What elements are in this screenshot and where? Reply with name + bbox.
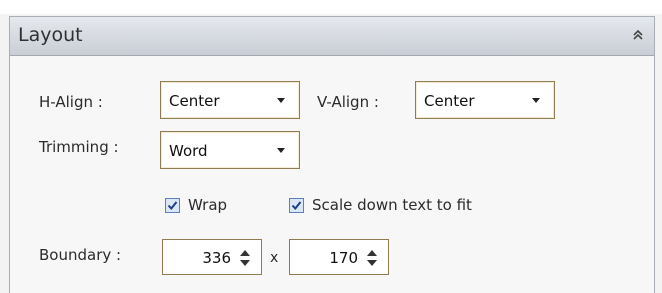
h-align-label: H-Align : bbox=[39, 93, 103, 111]
trimming-value: Word bbox=[169, 142, 208, 160]
times-separator: x bbox=[270, 250, 279, 266]
scale-down-label: Scale down text to fit bbox=[312, 196, 472, 214]
trimming-label: Trimming : bbox=[39, 138, 119, 156]
chevron-down-icon bbox=[277, 148, 285, 153]
checkmark-icon bbox=[167, 200, 178, 210]
boundary-height-value: 170 bbox=[329, 249, 358, 267]
checkbox-box[interactable] bbox=[289, 197, 304, 213]
spin-arrows-icon[interactable] bbox=[366, 248, 378, 268]
cropped-text-strip bbox=[0, 0, 662, 14]
checkbox-box[interactable] bbox=[165, 197, 180, 213]
collapse-button[interactable] bbox=[626, 23, 650, 47]
wrap-label: Wrap bbox=[188, 196, 228, 214]
h-align-value: Center bbox=[169, 92, 220, 110]
v-align-value: Center bbox=[424, 92, 475, 110]
double-chevron-up-icon bbox=[633, 29, 643, 40]
h-align-dropdown[interactable]: Center bbox=[160, 81, 300, 119]
panel-header[interactable]: Layout bbox=[10, 17, 654, 56]
boundary-height-input[interactable]: 170 bbox=[289, 239, 389, 275]
spin-arrows-icon[interactable] bbox=[239, 248, 251, 268]
boundary-width-value: 336 bbox=[202, 249, 231, 267]
trimming-dropdown[interactable]: Word bbox=[160, 131, 300, 169]
checkmark-icon bbox=[291, 200, 302, 210]
boundary-width-input[interactable]: 336 bbox=[162, 239, 262, 275]
boundary-label: Boundary : bbox=[39, 246, 122, 264]
chevron-down-icon bbox=[532, 98, 540, 103]
scale-down-checkbox[interactable]: Scale down text to fit bbox=[289, 196, 472, 214]
panel-title: Layout bbox=[18, 24, 83, 46]
chevron-down-icon bbox=[277, 98, 285, 103]
v-align-label: V-Align : bbox=[317, 93, 379, 111]
wrap-checkbox[interactable]: Wrap bbox=[165, 196, 227, 214]
layout-panel: Layout H-Align : Center V-Align : Center… bbox=[9, 16, 655, 293]
v-align-dropdown[interactable]: Center bbox=[415, 81, 555, 119]
